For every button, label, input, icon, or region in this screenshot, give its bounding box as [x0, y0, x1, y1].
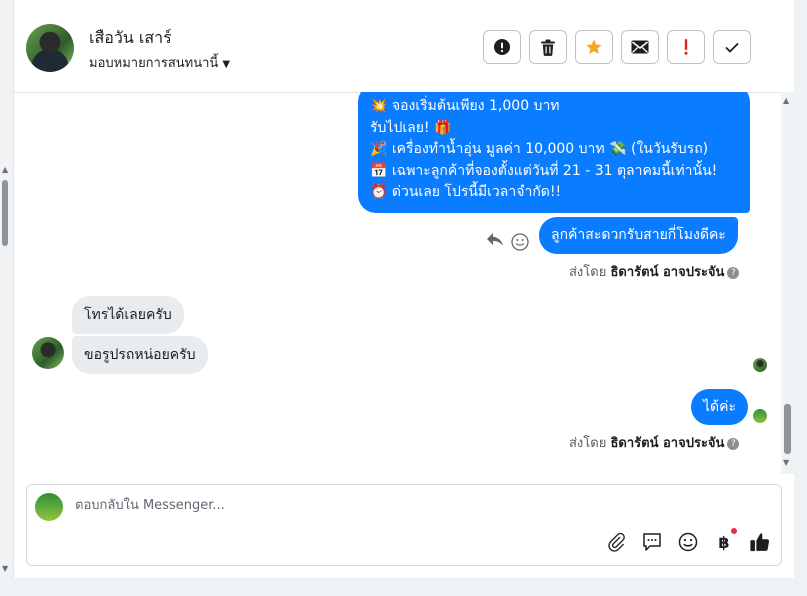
conversation-toolbar	[483, 30, 751, 64]
mark-done-button[interactable]	[713, 30, 751, 64]
thumbs-up-icon	[750, 533, 770, 552]
scroll-up-arrow-icon[interactable]: ▲	[2, 165, 8, 174]
incoming-message[interactable]: โทรได้เลยครับ	[72, 296, 184, 334]
sent-by-label: ส่งโดย ธิดารัตน์ อาจประจัน?	[569, 261, 740, 282]
conversation-panel: เสือวัน เสาร์ มอบหมายการสนทนานี้ ▼ 💥 จอง…	[13, 0, 794, 578]
page-avatar	[35, 493, 63, 521]
promo-line: 📅 เฉพาะลูกค้าที่จองตั้งแต่วันที่ 21 - 31…	[370, 162, 718, 179]
scroll-down-arrow-icon[interactable]: ▼	[2, 564, 8, 573]
emoji-button[interactable]	[677, 531, 699, 553]
reply-icon[interactable]	[486, 232, 504, 248]
emoji-react-icon[interactable]	[511, 233, 529, 251]
composer-tools: ฿	[605, 528, 771, 553]
scroll-thumb[interactable]	[2, 180, 8, 246]
message-list: 💥 จองเริ่มต้นเพียง 1,000 บาท รับไปเลย! 🎁…	[14, 92, 794, 474]
star-button[interactable]	[575, 30, 613, 64]
scroll-down-arrow-icon[interactable]: ▼	[783, 458, 789, 467]
chat-bubble-icon	[643, 533, 661, 551]
like-button[interactable]	[749, 531, 771, 553]
follow-up-button[interactable]	[667, 30, 705, 64]
sent-by-label: ส่งโดย ธิดารัตน์ อาจประจัน?	[569, 432, 740, 453]
help-icon[interactable]: ?	[727, 438, 740, 450]
outer-scrollbar[interactable]: ▲ ▼	[0, 0, 11, 580]
promo-line: 🎉 เครื่องทำน้ำอุ่น มูลค่า 10,000 บาท 💸 (…	[370, 141, 709, 157]
contact-avatar-small[interactable]	[32, 337, 64, 369]
caret-down-icon: ▼	[222, 59, 231, 70]
reply-composer: ฿	[26, 484, 782, 566]
delete-button[interactable]	[529, 30, 567, 64]
payment-button[interactable]: ฿	[713, 528, 737, 553]
sent-by-name: ธิดารัตน์ อาจประจัน	[610, 436, 725, 451]
envelope-icon	[631, 40, 649, 54]
reply-input[interactable]	[73, 497, 677, 514]
sent-by-name: ธิดารัตน์ อาจประจัน	[610, 265, 725, 280]
outgoing-message-promo[interactable]: 💥 จองเริ่มต้นเพียง 1,000 บาท รับไปเลย! 🎁…	[358, 92, 750, 213]
star-icon	[586, 39, 602, 54]
sent-by-prefix: ส่งโดย	[569, 436, 607, 451]
spam-button[interactable]	[483, 30, 521, 64]
sent-by-prefix: ส่งโดย	[569, 265, 607, 280]
scroll-thumb[interactable]	[784, 404, 791, 454]
check-icon	[725, 42, 739, 53]
notification-dot	[731, 528, 737, 534]
conversation-header: เสือวัน เสาร์ มอบหมายการสนทนานี้ ▼	[14, 0, 794, 93]
alert-circle-icon	[494, 39, 510, 55]
promo-line: 💥 จองเริ่มต้นเพียง 1,000 บาท	[370, 98, 560, 114]
help-icon[interactable]: ?	[727, 267, 740, 279]
assign-label: มอบหมายการสนทนานี้	[89, 56, 219, 71]
assign-conversation-dropdown[interactable]: มอบหมายการสนทนานี้ ▼	[89, 52, 230, 73]
scroll-up-arrow-icon[interactable]: ▲	[783, 96, 789, 105]
promo-line: ⏰ ด่วนเลย โปรนี้มีเวลาจำกัด!!	[370, 184, 562, 200]
exclamation-icon	[684, 39, 688, 55]
seen-avatar	[753, 358, 767, 372]
saved-replies-button[interactable]	[641, 531, 663, 553]
page-seen-avatar	[753, 409, 767, 423]
contact-avatar[interactable]	[26, 24, 74, 72]
attach-button[interactable]	[605, 531, 627, 553]
incoming-message[interactable]: ขอรูปรถหน่อยครับ	[72, 336, 208, 374]
trash-icon	[541, 39, 555, 56]
promo-line: รับไปเลย! 🎁	[370, 119, 452, 136]
smiley-icon	[678, 532, 698, 552]
outgoing-message[interactable]: ลูกค้าสะดวกรับสายกี่โมงดีคะ	[539, 217, 738, 254]
outgoing-message[interactable]: ได้ค่ะ	[691, 389, 749, 425]
baht-icon: ฿	[718, 532, 730, 552]
message-scrollbar[interactable]: ▲ ▼	[781, 92, 794, 474]
mark-unread-button[interactable]	[621, 30, 659, 64]
contact-name[interactable]: เสือวัน เสาร์	[89, 26, 172, 51]
paperclip-icon	[608, 532, 625, 552]
